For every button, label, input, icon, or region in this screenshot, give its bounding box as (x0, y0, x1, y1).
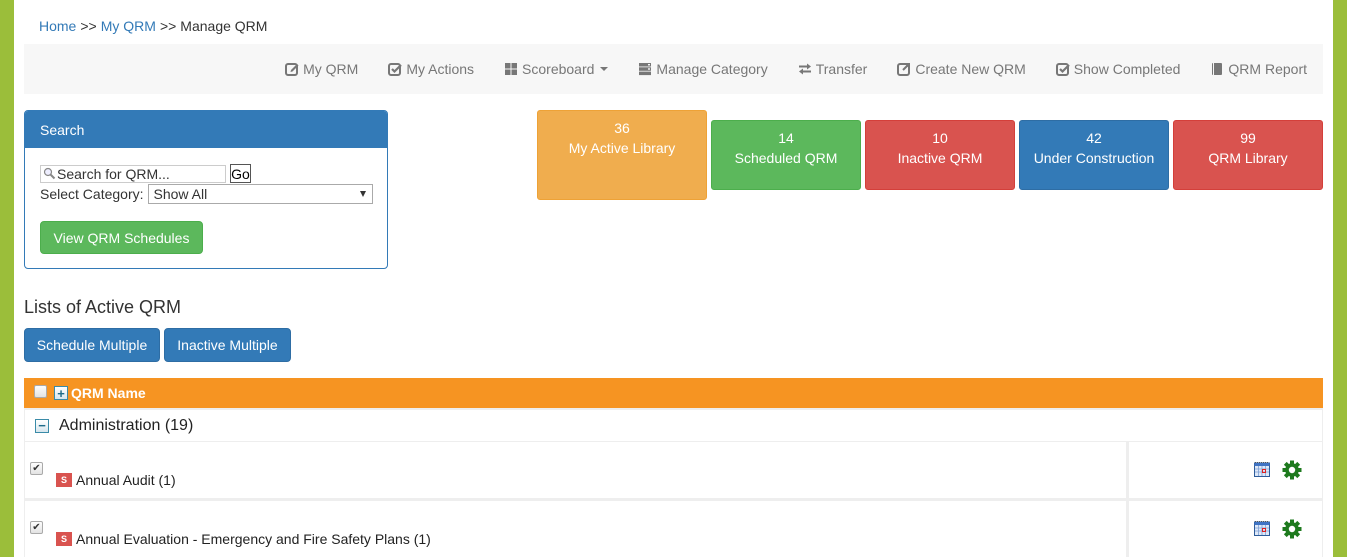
calendar-icon[interactable] (1254, 521, 1270, 536)
external-link-icon (897, 63, 911, 76)
table-header: + QRM Name (24, 378, 1323, 408)
table-row: ✔ S Annual Audit (1) (24, 442, 1323, 501)
breadcrumb-separator: >> (159, 18, 177, 34)
gear-icon[interactable] (1282, 519, 1302, 539)
stat-count: 14 (778, 130, 794, 146)
search-panel-title: Search (25, 111, 387, 148)
row-actions-cell (1129, 501, 1322, 557)
stat-under-construction[interactable]: 42 Under Construction (1019, 120, 1169, 190)
category-label: Select Category: (40, 186, 144, 202)
stat-qrm-library[interactable]: 99 QRM Library (1173, 120, 1323, 190)
edit-icon (285, 63, 299, 76)
check-square-icon (1055, 63, 1070, 76)
search-panel: Search Search for QRM... Go Select Categ… (24, 110, 388, 269)
row-name: S Annual Audit (1) (56, 472, 176, 488)
stat-label: Scheduled QRM (734, 150, 838, 166)
toolbar: My QRM My Actions Scoreboard Manage Cate… (24, 44, 1323, 94)
select-all-checkbox[interactable] (34, 384, 47, 398)
stat-count: 99 (1240, 130, 1256, 146)
toolbar-label: My QRM (303, 61, 359, 77)
toolbar-create-new-qrm[interactable]: Create New QRM (897, 61, 1026, 77)
toolbar-label: Transfer (815, 61, 868, 77)
book-icon (1212, 63, 1223, 75)
row-main-cell: ✔ S Annual Audit (1) (25, 442, 1129, 498)
search-placeholder: Search for QRM... (57, 165, 170, 182)
stat-label: My Active Library (568, 140, 676, 156)
toolbar-label: Scoreboard (522, 61, 595, 77)
qrm-table: + QRM Name − Administration (19) ✔ S Ann… (24, 378, 1323, 557)
row-checkbox[interactable]: ✔ (30, 462, 43, 475)
toolbar-my-qrm[interactable]: My QRM (285, 61, 358, 77)
group-row: − Administration (19) (24, 408, 1323, 442)
breadcrumb-home[interactable]: Home (39, 18, 76, 34)
transfer-icon (798, 63, 811, 75)
toolbar-qrm-report[interactable]: QRM Report (1210, 61, 1307, 77)
toolbar-scoreboard[interactable]: Scoreboard (504, 61, 609, 77)
scheduled-badge: S (56, 473, 72, 487)
server-icon (639, 63, 652, 76)
toolbar-manage-category[interactable]: Manage Category (638, 61, 768, 77)
go-button[interactable]: Go (230, 164, 251, 183)
breadcrumb-separator: >> (80, 18, 97, 34)
page: Home >> My QRM >> Manage QRM My QRM My Actio… (14, 0, 1333, 557)
stat-count: 42 (1086, 130, 1102, 146)
stat-inactive-qrm[interactable]: 10 Inactive QRM (865, 120, 1015, 190)
breadcrumb-my-qrm[interactable]: My QRM (101, 18, 156, 34)
search-input[interactable]: Search for QRM... (40, 164, 226, 183)
inactive-multiple-button[interactable]: Inactive Multiple (164, 328, 291, 362)
breadcrumb-current: Manage QRM (180, 18, 268, 34)
toolbar-transfer[interactable]: Transfer (798, 61, 868, 77)
toolbar-label: QRM Report (1228, 61, 1307, 77)
table-row: ✔ S Annual Evaluation - Emergency and Fi… (24, 501, 1323, 557)
chevron-down-icon (600, 67, 609, 71)
collapse-icon[interactable]: − (35, 418, 49, 433)
qrm-name-link[interactable]: Annual Audit (1) (76, 472, 176, 488)
search-row: Search for QRM... Go (40, 164, 251, 183)
check-square-icon (388, 63, 403, 76)
row-main-cell: ✔ S Annual Evaluation - Emergency and Fi… (25, 501, 1129, 557)
category-row: Select Category: Show All (40, 184, 373, 204)
row-name: S Annual Evaluation - Emergency and Fire… (56, 531, 431, 547)
breadcrumb: Home >> My QRM >> Manage QRM (39, 18, 267, 34)
calendar-icon[interactable] (1254, 462, 1270, 477)
view-qrm-schedules-button[interactable]: View QRM Schedules (40, 221, 203, 254)
stat-count: 10 (932, 130, 948, 146)
row-checkbox[interactable]: ✔ (30, 521, 43, 534)
toolbar-label: My Actions (406, 61, 475, 77)
stat-label: Under Construction (1033, 150, 1155, 166)
toolbar-show-completed[interactable]: Show Completed (1055, 61, 1181, 77)
dropdown-arrow-icon (359, 191, 366, 197)
category-select[interactable]: Show All (147, 184, 373, 204)
toolbar-my-actions[interactable]: My Actions (388, 61, 474, 77)
group-label: Administration (19) (59, 416, 194, 434)
category-value: Show All (153, 186, 208, 202)
scheduled-badge: S (56, 532, 72, 546)
column-header-qrm-name: QRM Name (71, 385, 146, 401)
list-title: Lists of Active QRM (24, 297, 182, 317)
gear-icon[interactable] (1282, 460, 1302, 480)
stat-scheduled-qrm[interactable]: 14 Scheduled QRM (711, 120, 861, 190)
grid-icon (505, 63, 518, 75)
row-actions-cell (1129, 442, 1322, 498)
stat-my-active-library[interactable]: 36 My Active Library (537, 110, 707, 200)
toolbar-label: Manage Category (656, 61, 768, 77)
toolbar-label: Create New QRM (915, 61, 1026, 77)
qrm-name-link[interactable]: Annual Evaluation - Emergency and Fire S… (76, 531, 431, 547)
search-icon (43, 167, 56, 180)
stat-count: 36 (614, 120, 630, 136)
schedule-multiple-button[interactable]: Schedule Multiple (24, 328, 160, 362)
expand-all-icon[interactable]: + (54, 386, 68, 400)
stat-label: Inactive QRM (897, 150, 983, 166)
toolbar-label: Show Completed (1073, 61, 1181, 77)
stat-label: QRM Library (1208, 150, 1288, 166)
